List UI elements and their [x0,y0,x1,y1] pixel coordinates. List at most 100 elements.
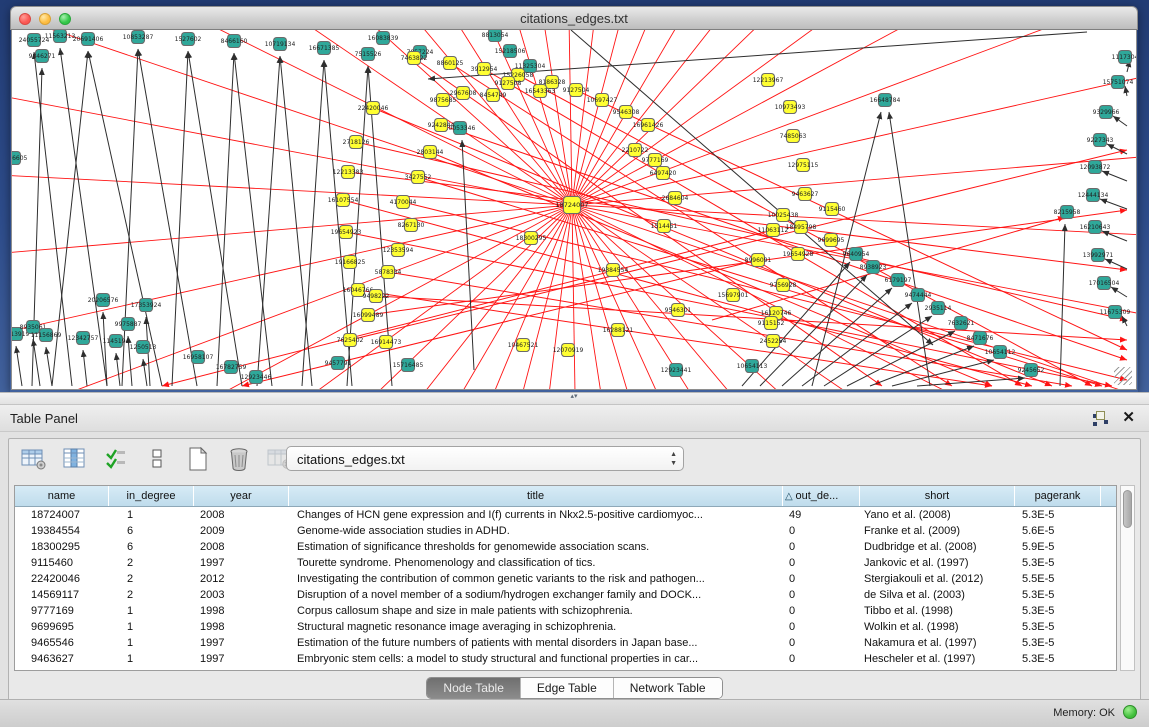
citation-network-graph[interactable]: 2405572411563213206914069846271108532871… [12,30,1137,390]
table-cell[interactable]: 1997 [194,635,289,651]
table-cell[interactable]: Franke et al. (2009) [860,523,1015,539]
table-cell[interactable]: 2003 [194,587,289,603]
table-cell[interactable]: 1 [109,635,194,651]
table-cell[interactable]: 5.3E-5 [1015,555,1101,571]
tab-node-table[interactable]: Node Table [427,678,520,698]
table-row[interactable]: 1872400712008Changes of HCN gene express… [15,507,1116,523]
table-cell[interactable]: 0 [783,603,860,619]
table-cell[interactable]: 9463627 [15,651,109,667]
table-select-dropdown[interactable]: citations_edges.txt ▲▼ [286,446,684,471]
table-cell[interactable]: Changes of HCN gene expression and I(f) … [289,507,783,523]
table-cell[interactable]: 5.3E-5 [1015,507,1101,523]
table-cell[interactable]: 0 [783,635,860,651]
table-cell[interactable]: 5.3E-5 [1015,619,1101,635]
table-cell[interactable]: Corpus callosum shape and size in male p… [289,603,783,619]
table-cell[interactable]: Investigating the contribution of common… [289,571,783,587]
table-cell[interactable]: 0 [783,651,860,667]
table-cell[interactable]: 19384554 [15,523,109,539]
table-cell[interactable]: Hescheler et al. (1997) [860,651,1015,667]
table-row[interactable]: 911546021997Tourette syndrome. Phenomeno… [15,555,1116,571]
table-cell[interactable]: 2009 [194,523,289,539]
table-row[interactable]: 1830029562008Estimation of significance … [15,539,1116,555]
table-cell[interactable]: 2 [109,571,194,587]
table-row[interactable]: 977716911998Corpus callosum shape and si… [15,603,1116,619]
table-cell[interactable]: 0 [783,523,860,539]
table-cell[interactable]: 2012 [194,571,289,587]
table-cell[interactable]: 0 [783,555,860,571]
table-cell[interactable]: 1998 [194,619,289,635]
table-cell[interactable]: 5.3E-5 [1015,603,1101,619]
graph-edge-black[interactable] [802,303,912,386]
close-panel-icon[interactable]: ✕ [1122,410,1135,425]
graph-edge-black[interactable] [1122,316,1127,326]
table-cell[interactable]: 1997 [194,555,289,571]
graph-edge-black[interactable] [280,56,312,386]
graph-edge-black[interactable] [188,51,242,386]
window-resize-grip[interactable] [1114,367,1132,385]
window-titlebar[interactable]: citations_edges.txt [10,6,1138,30]
tab-edge-table[interactable]: Edge Table [520,678,613,698]
table-row[interactable]: 946362711997Embryonic stem cells: a mode… [15,651,1116,667]
select-columns-icon[interactable] [101,444,131,474]
table-cell[interactable]: Dudbridge et al. (2008) [860,539,1015,555]
float-window-icon[interactable] [1093,411,1108,425]
table-cell[interactable]: 49 [783,507,860,523]
divider-handle-icon[interactable]: ▴▾ [567,395,581,403]
graph-edge-black[interactable] [1125,86,1127,96]
delete-table-icon[interactable] [224,444,254,474]
table-cell[interactable]: 1997 [194,651,289,667]
graph-edge-black[interactable] [16,346,22,386]
graph-edge-black[interactable] [217,53,234,386]
table-row[interactable]: 1938455462009Genome-wide association stu… [15,523,1116,539]
table-cell[interactable]: 2008 [194,507,289,523]
graph-edge-black[interactable] [1102,231,1127,241]
table-cell[interactable]: 6 [109,523,194,539]
table-cell[interactable]: 1998 [194,603,289,619]
table-cell[interactable]: Genome-wide association studies in ADHD. [289,523,783,539]
table-cell[interactable]: Jankovic et al. (1997) [860,555,1015,571]
table-cell[interactable]: de Silva et al. (2003) [860,587,1015,603]
column-header-title[interactable]: title [289,486,783,506]
graph-edge-black[interactable] [234,53,272,386]
table-cell[interactable]: 9699695 [15,619,109,635]
table-cell[interactable]: 5.3E-5 [1015,635,1101,651]
table-cell[interactable]: 22420046 [15,571,109,587]
column-header-short[interactable]: short [860,486,1015,506]
graph-edge-black[interactable] [116,353,120,386]
table-row[interactable]: 969969511998Structural magnetic resonanc… [15,619,1116,635]
table-row[interactable]: 946554611997Estimation of the future num… [15,635,1116,651]
graph-edge-red[interactable] [450,63,952,386]
table-cell[interactable]: 2008 [194,539,289,555]
column-header-in-degree[interactable]: in_degree [109,486,194,506]
table-cell[interactable]: Tourette syndrome. Phenomenology and cla… [289,555,783,571]
graph-edge-black[interactable] [1102,171,1127,181]
table-cell[interactable]: Nakamura et al. (1997) [860,635,1015,651]
table-cell[interactable]: Embryonic stem cells: a model to study s… [289,651,783,667]
column-header-year[interactable]: year [194,486,289,506]
table-cell[interactable]: Stergiakouli et al. (2012) [860,571,1015,587]
graph-edge-black[interactable] [172,51,188,386]
table-row[interactable]: 1456911722003Disruption of a novel membe… [15,587,1116,603]
new-table-icon[interactable] [183,444,213,474]
table-cell[interactable]: 1 [109,651,194,667]
table-settings-icon[interactable] [19,444,49,474]
graph-edge-red[interactable] [350,150,1127,340]
graph-edge-red[interactable] [346,232,1112,386]
table-cell[interactable]: 0 [783,571,860,587]
table-cell[interactable]: 1 [109,507,194,523]
graph-edge-black[interactable] [46,347,52,386]
graph-edge-black[interactable] [462,140,474,370]
column-header-pagerank[interactable]: pagerank [1015,486,1101,506]
table-vertical-scrollbar[interactable] [1120,485,1135,671]
scrollbar-thumb[interactable] [1123,490,1132,528]
table-cell[interactable]: 2 [109,555,194,571]
graph-edge-black[interactable] [917,378,1025,386]
table-cell[interactable]: 9777169 [15,603,109,619]
table-cell[interactable]: 9465546 [15,635,109,651]
table-cell[interactable]: Structural magnetic resonance image aver… [289,619,783,635]
graph-edge-black[interactable] [83,350,87,386]
table-cell[interactable]: 5.3E-5 [1015,651,1101,667]
table-cell[interactable]: 18724007 [15,507,109,523]
table-cell[interactable]: 0 [783,587,860,603]
split-pane-divider[interactable]: ▴▾ [0,392,1149,405]
